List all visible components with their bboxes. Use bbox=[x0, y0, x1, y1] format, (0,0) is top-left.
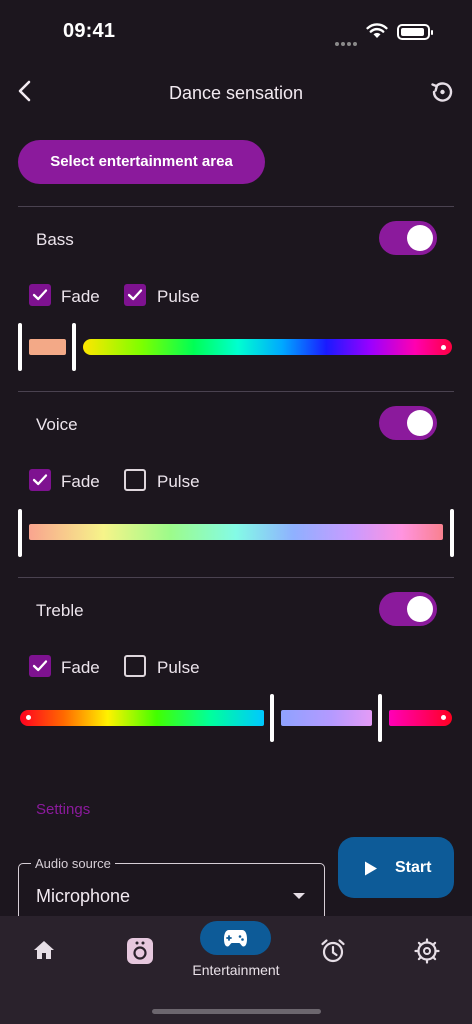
light-device-icon bbox=[127, 938, 153, 964]
audio-source-dropdown[interactable]: Audio source Microphone bbox=[18, 856, 325, 923]
bass-pulse-label: Pulse bbox=[157, 287, 200, 306]
bass-slider-handle-right[interactable] bbox=[72, 323, 76, 371]
treble-slider-handle-2[interactable] bbox=[378, 694, 382, 742]
bass-fade-checkbox[interactable] bbox=[29, 284, 51, 306]
treble-fade-label: Fade bbox=[61, 658, 100, 677]
treble-slider-handle-1[interactable] bbox=[270, 694, 274, 742]
play-icon bbox=[365, 861, 377, 876]
bass-pulse-checkbox[interactable] bbox=[124, 284, 146, 306]
voice-pulse-checkbox[interactable] bbox=[124, 469, 146, 491]
voice-slider-handle-left[interactable] bbox=[18, 509, 22, 557]
nav-settings[interactable] bbox=[387, 916, 467, 986]
bass-toggle[interactable] bbox=[379, 221, 437, 255]
bass-label: Bass bbox=[36, 230, 74, 249]
divider bbox=[18, 391, 454, 392]
audio-source-value: Microphone bbox=[36, 886, 131, 906]
select-entertainment-area-button[interactable]: Select entertainment area bbox=[18, 140, 265, 184]
bass-color-segment-2 bbox=[83, 339, 452, 355]
treble-pulse-label: Pulse bbox=[157, 658, 200, 677]
voice-fade-checkbox[interactable] bbox=[29, 469, 51, 491]
signal-dots-icon bbox=[335, 33, 359, 46]
app-bar: Dance sensation bbox=[0, 62, 472, 122]
status-bar: 09:41 bbox=[0, 0, 472, 62]
bass-slider-end-dot bbox=[441, 345, 446, 350]
bass-color-segment-1 bbox=[29, 339, 66, 355]
treble-slider-start-dot bbox=[26, 715, 31, 720]
voice-fade-label: Fade bbox=[61, 472, 100, 491]
treble-toggle[interactable] bbox=[379, 592, 437, 626]
voice-color-segment bbox=[29, 524, 443, 540]
treble-color-segment-2 bbox=[281, 710, 372, 726]
history-reset-icon[interactable] bbox=[428, 78, 456, 106]
voice-pulse-label: Pulse bbox=[157, 472, 200, 491]
home-indicator bbox=[152, 1009, 321, 1014]
nav-alarms[interactable] bbox=[292, 916, 372, 986]
divider bbox=[18, 577, 454, 578]
divider bbox=[18, 206, 454, 207]
wifi-icon bbox=[366, 23, 388, 38]
settings-heading: Settings bbox=[36, 801, 91, 818]
treble-pulse-checkbox[interactable] bbox=[124, 655, 146, 677]
treble-label: Treble bbox=[36, 601, 84, 620]
dropdown-arrow-icon bbox=[293, 893, 305, 899]
check-icon bbox=[32, 289, 48, 301]
nav-entertainment[interactable] bbox=[200, 921, 271, 955]
check-icon bbox=[32, 474, 48, 486]
voice-slider-handle-right[interactable] bbox=[450, 509, 454, 557]
bass-slider-handle-left[interactable] bbox=[18, 323, 22, 371]
gamepad-icon bbox=[224, 930, 247, 947]
treble-fade-checkbox[interactable] bbox=[29, 655, 51, 677]
start-label: Start bbox=[395, 859, 432, 876]
check-icon bbox=[32, 660, 48, 672]
treble-color-segment-1 bbox=[20, 710, 264, 726]
home-icon bbox=[34, 941, 54, 959]
voice-toggle[interactable] bbox=[379, 406, 437, 440]
check-icon bbox=[127, 289, 143, 301]
page-title: Dance sensation bbox=[168, 83, 304, 103]
bottom-navigation: Entertainment bbox=[0, 916, 472, 1024]
audio-source-label: Audio source bbox=[31, 856, 115, 871]
alarm-clock-icon bbox=[321, 939, 345, 963]
voice-label: Voice bbox=[36, 415, 78, 434]
treble-slider-end-dot bbox=[441, 715, 446, 720]
settings-gear-icon bbox=[414, 938, 440, 964]
battery-icon bbox=[397, 24, 433, 40]
status-time: 09:41 bbox=[63, 20, 116, 42]
bass-fade-label: Fade bbox=[61, 287, 100, 306]
start-button[interactable]: Start bbox=[338, 837, 454, 898]
